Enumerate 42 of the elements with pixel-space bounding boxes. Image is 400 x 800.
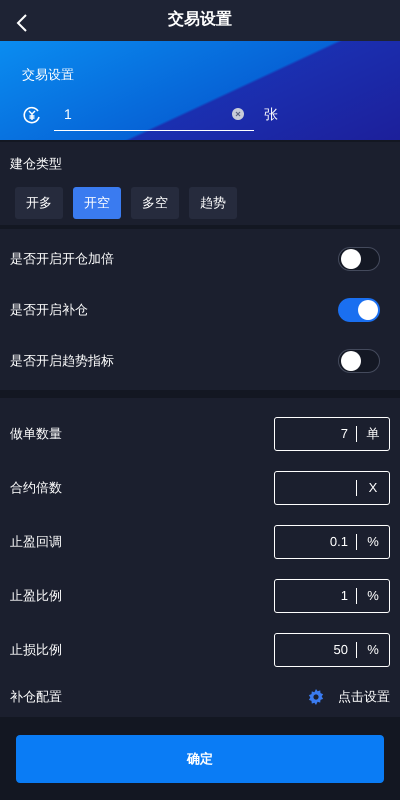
- field-label: 止盈比例: [10, 587, 62, 606]
- number-field[interactable]: X: [274, 471, 390, 506]
- switch-label: 是否开启开仓加倍: [10, 250, 114, 268]
- settings-icon: [308, 689, 324, 706]
- type-tab[interactable]: 趋势: [189, 187, 237, 220]
- type-tab[interactable]: 开多: [15, 187, 63, 220]
- number-field[interactable]: 1 %: [274, 579, 390, 614]
- unit-label: X: [368, 479, 378, 498]
- field-label: 止损比例: [10, 641, 62, 660]
- clear-icon[interactable]: [232, 108, 244, 120]
- amount-value: 1: [64, 104, 73, 124]
- unit-label: 张: [264, 105, 278, 124]
- field-value: 1: [340, 587, 348, 606]
- toggle-switch[interactable]: [338, 246, 380, 271]
- toggle-switch[interactable]: [338, 298, 380, 322]
- back-icon[interactable]: [16, 14, 28, 32]
- field-value: 50: [334, 641, 348, 660]
- amount-field[interactable]: 1: [54, 98, 254, 131]
- field-value: 7: [340, 425, 348, 444]
- section-label: 建仓类型: [10, 155, 62, 174]
- unit-label: %: [366, 641, 380, 660]
- toggle-switch[interactable]: [338, 348, 380, 373]
- field-label: 止盈回调: [10, 533, 62, 552]
- switch-label: 是否开启趋势指标: [10, 352, 114, 370]
- field-label: 补仓配置: [10, 688, 62, 706]
- banner-title: 交易设置: [22, 66, 74, 84]
- field-label: 做单数量: [10, 425, 62, 444]
- yuan-cycle-icon: [22, 104, 42, 125]
- unit-label: %: [366, 533, 380, 552]
- field-label: 合约倍数: [10, 479, 62, 498]
- number-field[interactable]: 0.1 %: [274, 525, 390, 560]
- unit-label: 单: [366, 425, 380, 444]
- page-title: 交易设置: [168, 9, 232, 30]
- field-value: 0.1: [330, 533, 348, 552]
- confirm-button[interactable]: 确定: [16, 734, 384, 782]
- unit-label: %: [366, 587, 380, 606]
- number-field[interactable]: 50 %: [274, 633, 390, 668]
- type-tab[interactable]: 开空: [73, 187, 121, 220]
- type-tab[interactable]: 多空: [131, 187, 179, 220]
- number-field[interactable]: 7 单: [274, 417, 390, 452]
- settings-link[interactable]: 点击设置: [308, 687, 390, 707]
- switch-label: 是否开启补仓: [10, 300, 88, 319]
